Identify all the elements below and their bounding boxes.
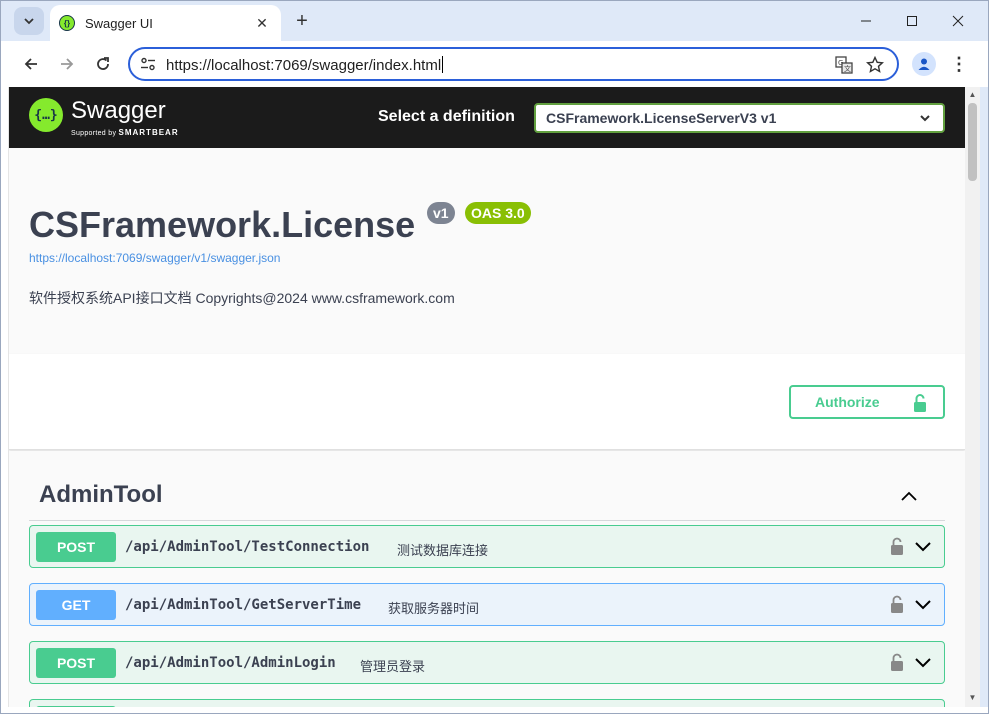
chevron-down-icon bbox=[920, 115, 930, 122]
swagger-logo-icon[interactable]: {…} bbox=[29, 98, 63, 132]
operation-path: /api/AdminTool/GetServerTime bbox=[125, 597, 362, 613]
translate-icon[interactable]: G文 bbox=[834, 55, 854, 75]
chevron-down-icon[interactable] bbox=[914, 540, 932, 554]
swagger-topbar: {…} Swagger Supported by SMARTBEAR Selec… bbox=[9, 87, 965, 148]
api-title: CSFramework.License bbox=[29, 204, 416, 245]
maximize-button[interactable] bbox=[890, 7, 934, 35]
minimize-icon bbox=[861, 20, 871, 22]
operation-summary: 测试数据库连接 bbox=[397, 543, 489, 558]
tab-strip: {} Swagger UI ✕ + bbox=[1, 1, 988, 41]
svg-text:文: 文 bbox=[844, 64, 851, 73]
authorize-button[interactable]: Authorize bbox=[789, 385, 945, 419]
supported-by-text: Supported by bbox=[71, 130, 117, 137]
browser-window: {} Swagger UI ✕ + https://localhost:7069… bbox=[0, 0, 989, 714]
operation-summary: 管理员登录 bbox=[360, 659, 426, 674]
site-settings-icon[interactable] bbox=[140, 56, 156, 72]
scheme-container: Authorize bbox=[9, 354, 965, 450]
close-tab-icon[interactable]: ✕ bbox=[253, 14, 271, 32]
chevron-down-icon bbox=[24, 18, 34, 25]
operation-admin-login[interactable]: POST /api/AdminTool/AdminLogin 管理员登录 bbox=[29, 641, 945, 684]
tag-section-admintool: AdminTool POST /api/AdminTool/TestConnec… bbox=[9, 451, 965, 707]
arrow-right-icon bbox=[61, 58, 74, 70]
smartbear-text: SMARTBEAR bbox=[118, 128, 179, 137]
select-definition-label: Select a definition bbox=[378, 108, 515, 125]
swagger-logo-text[interactable]: Swagger bbox=[71, 97, 166, 125]
profile-avatar[interactable] bbox=[912, 52, 936, 76]
arrow-left-icon bbox=[24, 58, 37, 70]
operation-path: /api/AdminTool/TestConnection bbox=[125, 539, 370, 555]
chevron-down-icon[interactable] bbox=[914, 656, 932, 670]
back-button[interactable] bbox=[17, 50, 45, 78]
page-scrollbar[interactable]: ▲ ▼ bbox=[965, 87, 980, 707]
tab-search-button[interactable] bbox=[14, 7, 44, 35]
operation-summary: 获取服务器时间 bbox=[388, 601, 480, 616]
tag-divider bbox=[29, 520, 945, 521]
maximize-icon bbox=[907, 16, 917, 26]
chevron-up-icon[interactable] bbox=[899, 487, 919, 507]
unlocked-icon bbox=[914, 394, 926, 412]
operation-test-connection[interactable]: POST /api/AdminTool/TestConnection 测试数据库… bbox=[29, 525, 945, 568]
page-left-edge bbox=[1, 87, 9, 713]
method-badge: POST bbox=[36, 532, 116, 562]
chevron-down-icon[interactable] bbox=[914, 598, 932, 612]
reload-icon bbox=[97, 57, 109, 70]
authorize-label: Authorize bbox=[815, 394, 880, 410]
new-tab-button[interactable]: + bbox=[289, 8, 315, 34]
definition-value: CSFramework.LicenseServerV3 v1 bbox=[546, 110, 777, 126]
unlocked-icon[interactable] bbox=[890, 653, 904, 672]
definition-select[interactable]: CSFramework.LicenseServerV3 v1 bbox=[534, 103, 945, 133]
url-value: https://localhost:7069/swagger/index.htm… bbox=[166, 57, 442, 74]
operation-get-server-time[interactable]: GET /api/AdminTool/GetServerTime 获取服务器时间 bbox=[29, 583, 945, 626]
unlocked-icon[interactable] bbox=[890, 537, 904, 556]
forward-button[interactable] bbox=[53, 50, 81, 78]
person-icon bbox=[918, 58, 930, 70]
scrollbar-thumb[interactable] bbox=[968, 103, 977, 181]
operation-path: /api/AdminTool/AdminLogin bbox=[125, 655, 336, 671]
close-window-button[interactable] bbox=[936, 7, 980, 35]
version-badge: v1 bbox=[427, 202, 455, 224]
spec-json-link[interactable]: https://localhost:7069/swagger/v1/swagge… bbox=[29, 251, 280, 265]
browser-toolbar: https://localhost:7069/swagger/index.htm… bbox=[1, 41, 988, 87]
url-text[interactable]: https://localhost:7069/swagger/index.htm… bbox=[166, 56, 444, 74]
tab-title: Swagger UI bbox=[85, 15, 153, 31]
scroll-up-icon[interactable]: ▲ bbox=[968, 90, 977, 99]
api-description: 软件授权系统API接口文档 Copyrights@2024 www.csfram… bbox=[29, 290, 455, 306]
scroll-down-icon[interactable]: ▼ bbox=[968, 693, 977, 702]
tag-title[interactable]: AdminTool bbox=[39, 481, 163, 509]
swagger-supported-by: Supported by SMARTBEAR bbox=[71, 128, 179, 137]
minimize-button[interactable] bbox=[844, 7, 888, 35]
window-bottom-edge bbox=[1, 707, 988, 713]
close-icon bbox=[952, 15, 964, 27]
operation-partial-next[interactable] bbox=[29, 699, 945, 707]
address-bar[interactable]: https://localhost:7069/swagger/index.htm… bbox=[128, 47, 899, 81]
tab-swagger-ui[interactable]: {} Swagger UI ✕ bbox=[50, 5, 281, 41]
method-badge: POST bbox=[36, 648, 116, 678]
bookmark-star-icon[interactable] bbox=[865, 55, 885, 75]
swagger-page: {…} Swagger Supported by SMARTBEAR Selec… bbox=[9, 87, 965, 707]
method-badge: GET bbox=[36, 590, 116, 620]
oas-badge: OAS 3.0 bbox=[465, 202, 531, 224]
api-info: CSFramework.License v1 OAS 3.0 https://l… bbox=[9, 148, 965, 354]
unlocked-icon[interactable] bbox=[890, 595, 904, 614]
text-caret bbox=[442, 56, 444, 73]
reload-button[interactable] bbox=[89, 50, 117, 78]
browser-menu-icon[interactable]: ⋮ bbox=[949, 52, 969, 76]
swagger-favicon-icon: {} bbox=[59, 15, 75, 31]
